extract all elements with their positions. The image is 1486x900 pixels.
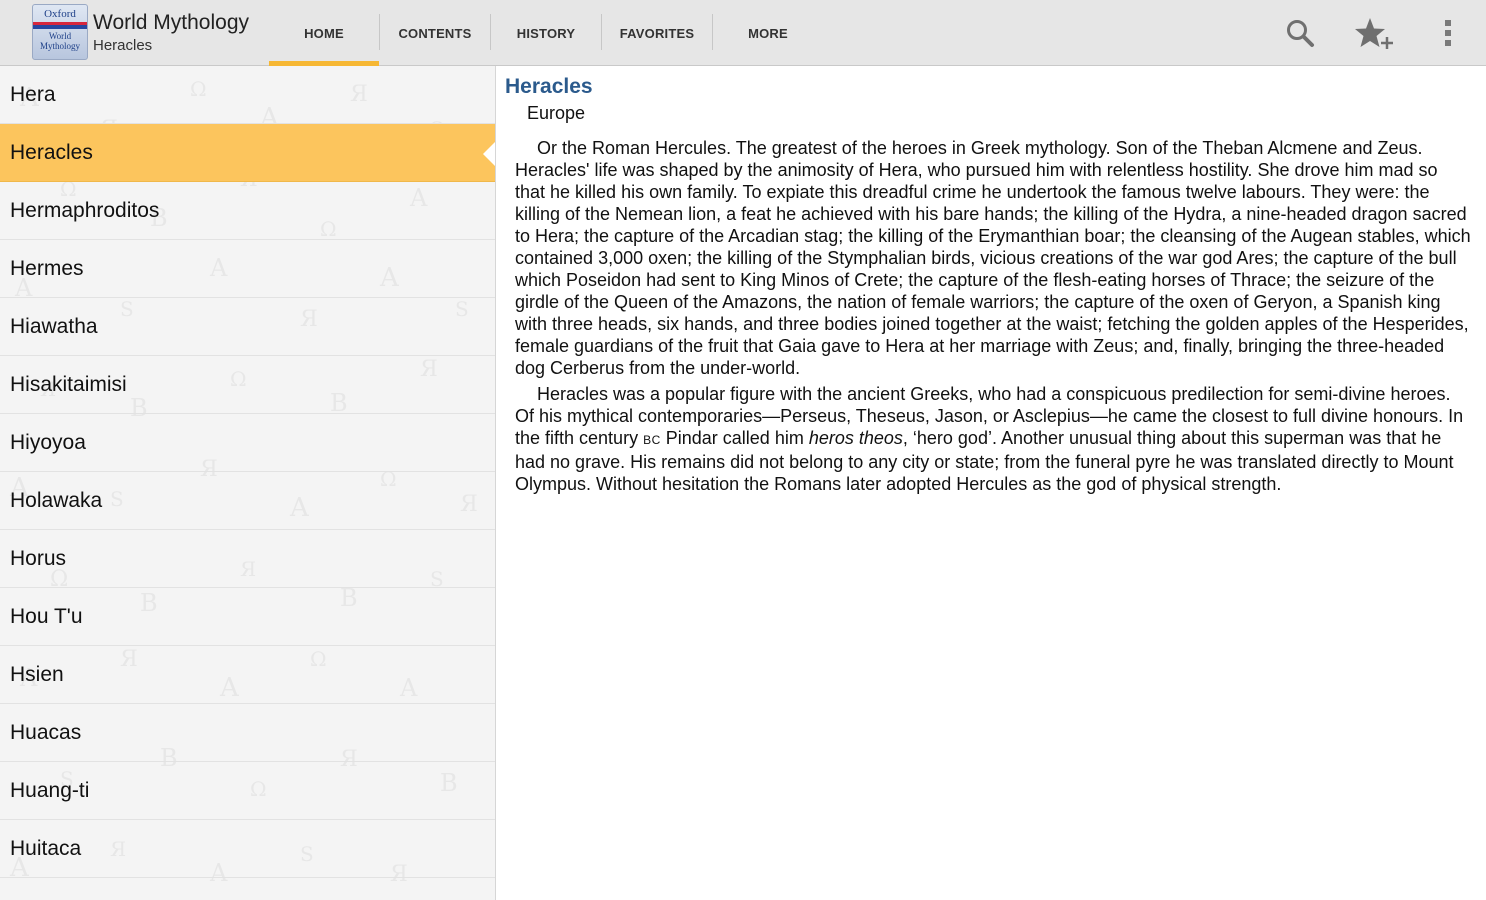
overflow-menu-button[interactable] xyxy=(1428,13,1468,53)
tab-more[interactable]: MORE xyxy=(713,0,823,66)
era-abbreviation: BC xyxy=(643,433,661,447)
action-bar: Oxford World Mythology World Mythology H… xyxy=(0,0,1486,66)
add-favorite-button[interactable] xyxy=(1354,13,1394,53)
app-logo[interactable]: Oxford World Mythology xyxy=(32,4,88,60)
article-paragraph-2: Heracles was a popular figure with the a… xyxy=(515,383,1472,495)
entry-label: Heracles xyxy=(10,140,93,164)
entry-label: Hera xyxy=(10,82,56,106)
list-item[interactable]: Hisakitaimisi xyxy=(0,356,495,414)
current-entry-subtitle: Heracles xyxy=(93,37,153,54)
list-item-selected[interactable]: Heracles xyxy=(0,124,495,182)
tab-favorites[interactable]: FAVORITES xyxy=(602,0,712,66)
tab-home[interactable]: HOME xyxy=(269,0,379,66)
list-item[interactable]: Hiawatha xyxy=(0,298,495,356)
list-item[interactable]: Hermes xyxy=(0,240,495,298)
article-region: Europe xyxy=(527,103,586,123)
star-add-icon xyxy=(1355,18,1393,49)
article-body: Or the Roman Hercules. The greatest of t… xyxy=(515,137,1472,495)
search-icon xyxy=(1287,20,1314,47)
overflow-menu-icon xyxy=(1445,20,1451,46)
entry-list[interactable]: AЯΩAЯS ΩBЯΩA ASAЯAS ЯBΩBЯ ASЯAΩЯ ΩBЯBS A… xyxy=(0,66,496,900)
entry-label: Hiawatha xyxy=(10,314,98,338)
article-paragraph-1: Or the Roman Hercules. The greatest of t… xyxy=(515,138,1471,378)
list-item[interactable]: Hou T'u xyxy=(0,588,495,646)
tab-bar: HOME CONTENTS HISTORY FAVORITES MORE xyxy=(269,0,823,66)
logo-line-mythology: Mythology xyxy=(39,41,80,51)
list-item[interactable]: Huang-ti xyxy=(0,762,495,820)
list-item[interactable]: Huacas xyxy=(0,704,495,762)
entry-label: Hermaphroditos xyxy=(10,198,160,222)
italic-term: heros theos xyxy=(808,428,903,448)
list-item[interactable]: Hera xyxy=(0,66,495,124)
list-item[interactable]: Hermaphroditos xyxy=(0,182,495,240)
entry-label: Holawaka xyxy=(10,488,103,512)
logo-stripe xyxy=(33,22,87,29)
logo-line-world: World xyxy=(48,31,72,41)
list-item[interactable]: Holawaka xyxy=(0,472,495,530)
list-item[interactable]: Hiyoyoa xyxy=(0,414,495,472)
entry-label: Huitaca xyxy=(10,836,82,860)
list-item[interactable]: Huitaca xyxy=(0,820,495,878)
app-title: World Mythology xyxy=(93,11,250,34)
entry-label: Hiyoyoa xyxy=(10,430,86,454)
entry-label: Huacas xyxy=(10,720,82,744)
logo-line-oxford: Oxford xyxy=(44,8,76,20)
tab-history[interactable]: HISTORY xyxy=(491,0,601,66)
article-pane[interactable]: Heracles Europe Or the Roman Hercules. T… xyxy=(497,66,1486,900)
entry-label: Hisakitaimisi xyxy=(10,372,127,396)
list-item[interactable]: Horus xyxy=(0,530,495,588)
article-title: Heracles xyxy=(505,75,593,98)
entry-label: Huang-ti xyxy=(10,778,90,802)
entry-label: Hermes xyxy=(10,256,84,280)
entry-label: Hou T'u xyxy=(10,604,83,628)
entry-label: Hsien xyxy=(10,662,64,686)
search-button[interactable] xyxy=(1280,13,1320,53)
selection-pointer xyxy=(483,141,495,167)
list-item[interactable]: Hsien xyxy=(0,646,495,704)
tab-contents[interactable]: CONTENTS xyxy=(380,0,490,66)
paragraph-text: Pindar called him xyxy=(660,428,809,448)
entry-label: Horus xyxy=(10,546,67,570)
